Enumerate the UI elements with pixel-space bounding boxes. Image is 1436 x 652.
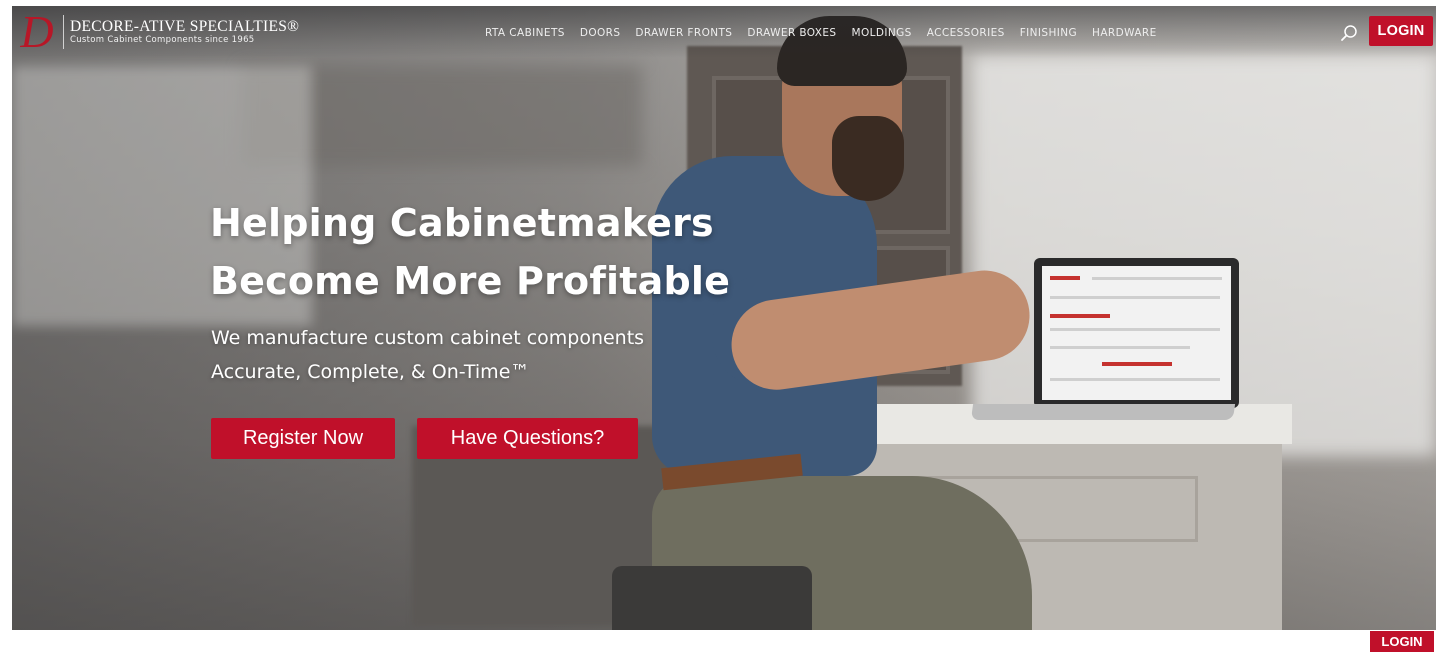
laptop-ui-bar [1050, 276, 1080, 280]
hero-subheading-line-2: Accurate, Complete, & On-Time™ [211, 361, 530, 383]
laptop-ui-bar [1102, 362, 1172, 366]
sticky-login-button[interactable]: LOGIN [1370, 631, 1434, 652]
have-questions-button[interactable]: Have Questions? [417, 418, 638, 459]
nav-item-rta-cabinets[interactable]: RTA CABINETS [485, 26, 565, 40]
laptop-ui-bar [1050, 328, 1220, 331]
logo-monogram: D [20, 6, 54, 57]
laptop-base [970, 404, 1236, 420]
laptop-ui-bar [1050, 346, 1190, 349]
nav-item-drawer-boxes[interactable]: DRAWER BOXES [747, 26, 836, 40]
nav-item-accessories[interactable]: ACCESSORIES [927, 26, 1005, 40]
stool [612, 566, 812, 630]
laptop-display [1042, 266, 1231, 400]
hero-subheading: We manufacture custom cabinet components… [211, 321, 644, 389]
nav-item-drawer-fronts[interactable]: DRAWER FRONTS [635, 26, 732, 40]
hero-banner [12, 6, 1436, 630]
register-now-button[interactable]: Register Now [211, 418, 395, 459]
hero-headline-line-1: Helping Cabinetmakers [210, 201, 714, 245]
hero-headline: Helping Cabinetmakers Become More Profit… [210, 194, 730, 310]
brand-name: DECORE-ATIVE SPECIALTIES® [70, 18, 300, 35]
logo-divider [63, 15, 64, 49]
nav-item-moldings[interactable]: MOLDINGS [852, 26, 912, 40]
logo-text: DECORE-ATIVE SPECIALTIES® Custom Cabinet… [70, 18, 299, 46]
person-beard [832, 116, 904, 201]
nav-item-hardware[interactable]: HARDWARE [1092, 26, 1157, 40]
brand-logo[interactable]: D DECORE-ATIVE SPECIALTIES® Custom Cabin… [15, 6, 299, 57]
laptop-ui-bar [1050, 314, 1110, 318]
nav-item-finishing[interactable]: FINISHING [1020, 26, 1077, 40]
brand-tagline: Custom Cabinet Components since 1965 [70, 35, 255, 45]
search-icon[interactable] [1340, 24, 1358, 42]
laptop-ui-bar [1050, 296, 1220, 299]
login-button[interactable]: LOGIN [1369, 16, 1433, 46]
main-nav: RTA CABINETS DOORS DRAWER FRONTS DRAWER … [485, 26, 1157, 40]
laptop-ui-bar [1050, 378, 1220, 381]
laptop-ui-bar [1092, 277, 1222, 280]
nav-item-doors[interactable]: DOORS [580, 26, 621, 40]
hero-subheading-line-1: We manufacture custom cabinet components [211, 327, 645, 349]
hero-headline-line-2: Become More Profitable [210, 259, 731, 303]
